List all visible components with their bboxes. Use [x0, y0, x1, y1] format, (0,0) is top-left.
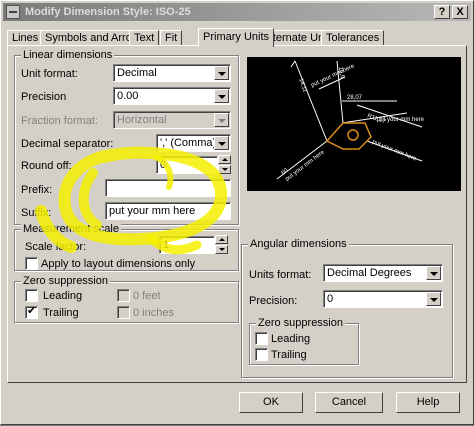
preview-suffix-text-4: put your mm here	[285, 149, 327, 182]
suffix-label: Suffix:	[21, 207, 52, 219]
apply-layout-label: Apply to layout dimensions only	[41, 258, 196, 270]
tab-primary-units[interactable]: Primary Units	[198, 28, 275, 47]
angular-trailing-checkbox[interactable]	[255, 348, 268, 361]
round-off-spinner[interactable]	[218, 155, 231, 174]
round-off-label: Round off:	[21, 160, 72, 172]
window-title: Modify Dimension Style: ISO-25	[25, 6, 191, 18]
decimal-separator-label: Decimal separator:	[21, 138, 114, 150]
precision-label: Precision	[21, 91, 67, 103]
preview-text-3: 28,07	[347, 95, 363, 101]
chevron-down-icon[interactable]	[214, 66, 229, 80]
inches-checkbox	[117, 306, 130, 319]
unit-format-label: Unit format:	[21, 68, 78, 80]
help-button[interactable]: Help	[396, 392, 460, 413]
preview-ext-line	[290, 60, 296, 68]
ok-button[interactable]: OK	[239, 392, 303, 413]
scale-factor-input[interactable]: 1	[159, 236, 215, 254]
close-button[interactable]: X	[452, 5, 468, 19]
tab-fit[interactable]: Fit	[160, 30, 183, 46]
precision-value: 0.00	[117, 90, 139, 102]
suffix-input[interactable]: put your mm here	[105, 202, 231, 220]
chevron-down-icon[interactable]	[426, 266, 441, 280]
spin-up-icon[interactable]	[218, 155, 231, 164]
leading-checkbox[interactable]	[25, 289, 38, 302]
trailing-label: Trailing	[43, 307, 79, 319]
dimension-preview: 14,11 16,6 28,07 R11,17 60 put your mm h…	[247, 57, 461, 191]
decimal-separator-value: ',' (Comma)	[160, 137, 217, 149]
decimal-separator-select[interactable]: ',' (Comma)	[156, 134, 231, 152]
precision-select[interactable]: 0.00	[113, 87, 231, 105]
angular-units-format-select[interactable]: Decimal Degrees	[323, 264, 443, 282]
angular-precision-label: Precision:	[249, 295, 298, 307]
fraction-format-label: Fraction format:	[21, 115, 99, 127]
unit-format-select[interactable]: Decimal	[113, 64, 231, 82]
tab-lines[interactable]: Lines	[7, 30, 44, 46]
chevron-down-icon[interactable]	[426, 292, 441, 306]
title-bar: Modify Dimension Style: ISO-25 ? X	[3, 3, 471, 21]
fraction-format-select: Horizontal	[113, 111, 231, 129]
angular-precision-value: 0	[327, 293, 334, 305]
angular-leading-checkbox[interactable]	[255, 332, 268, 345]
leading-label: Leading	[43, 290, 83, 302]
preview-suffix-text-2: put your mm here	[377, 117, 425, 123]
spin-up-icon[interactable]	[215, 235, 228, 244]
chevron-down-icon[interactable]	[214, 136, 229, 150]
linear-dimensions-label: Linear dimensions	[21, 49, 115, 61]
angular-trailing-label: Trailing	[271, 349, 307, 361]
preview-part-shape	[325, 122, 372, 150]
prefix-input[interactable]	[105, 179, 231, 197]
angular-units-format-value: Decimal Degrees	[327, 267, 412, 279]
prefix-label: Prefix:	[21, 184, 53, 196]
cancel-button[interactable]: Cancel	[315, 392, 383, 413]
checkmark-icon: ✔	[27, 305, 37, 317]
angular-units-format-label: Units format:	[249, 269, 312, 281]
tab-text[interactable]: Text	[129, 30, 160, 46]
chevron-down-icon[interactable]	[214, 89, 229, 103]
preview-drawing: 14,11 16,6 28,07 R11,17 60 put your mm h…	[276, 60, 425, 183]
chevron-down-icon	[214, 113, 229, 127]
angular-precision-select[interactable]: 0	[323, 290, 443, 308]
apply-layout-checkbox[interactable]	[25, 257, 38, 270]
spin-down-icon[interactable]	[218, 165, 231, 174]
trailing-checkbox[interactable]: ✔	[25, 305, 38, 319]
preview-suffix-text-3: put your mm here	[371, 139, 417, 162]
preview-dim-line	[294, 60, 328, 142]
help-title-button[interactable]: ?	[434, 5, 450, 19]
scale-factor-spinner[interactable]	[215, 235, 228, 254]
modify-dimension-style-dialog: Modify Dimension Style: ISO-25 ? X Lines…	[0, 0, 474, 425]
tab-tolerances[interactable]: Tolerances	[321, 30, 385, 46]
round-off-input[interactable]: 0	[156, 156, 218, 174]
scale-factor-label: Scale factor:	[25, 241, 87, 253]
fraction-format-value: Horizontal	[117, 114, 167, 126]
angular-dimensions-label: Angular dimensions	[248, 238, 349, 250]
app-icon	[6, 5, 20, 19]
zero-suppression-label: Zero suppression	[21, 275, 110, 287]
spin-down-icon[interactable]	[215, 245, 228, 254]
inches-label: 0 inches	[133, 307, 174, 319]
preview-suffix-text-1: put your mm here	[310, 63, 356, 89]
feet-checkbox	[117, 289, 130, 302]
preview-text-1: 14,11	[297, 78, 308, 94]
unit-format-value: Decimal	[117, 67, 157, 79]
angular-zero-suppression-label: Zero suppression	[256, 317, 345, 329]
feet-label: 0 feet	[133, 290, 161, 302]
measurement-scale-label: Measurement scale	[21, 223, 121, 235]
angular-leading-label: Leading	[271, 333, 311, 345]
